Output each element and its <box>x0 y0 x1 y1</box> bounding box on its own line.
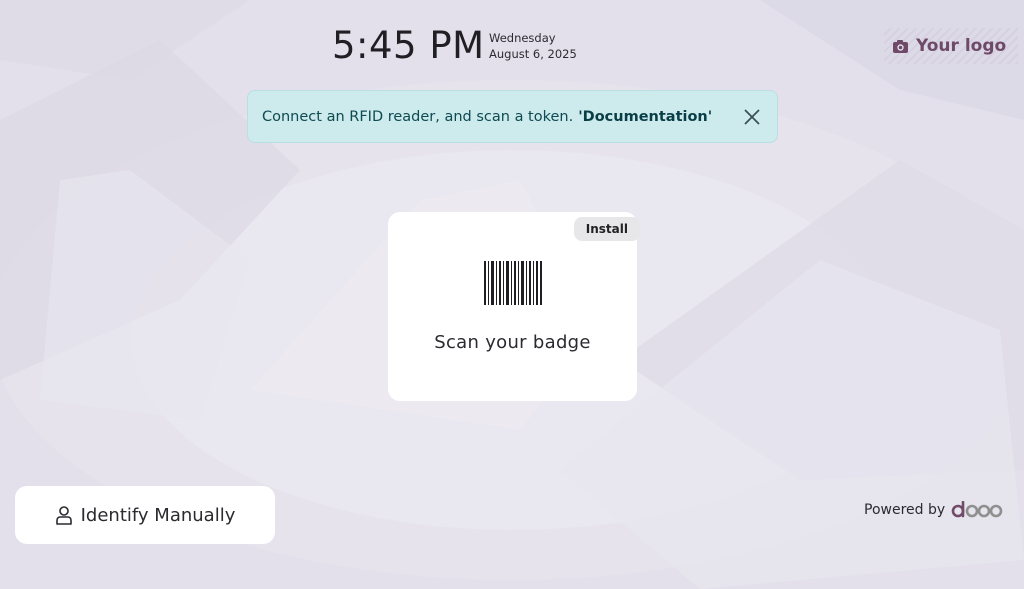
rfid-alert: Connect an RFID reader, and scan a token… <box>247 90 778 143</box>
install-button[interactable]: Install <box>573 217 640 241</box>
powered-by-label: Powered by <box>864 502 946 518</box>
clock-time: 5:45 PM <box>332 24 485 67</box>
scan-badge-card[interactable]: Install Scan your badge <box>388 212 640 401</box>
date-block: Wednesday August 6, 2025 <box>489 30 577 62</box>
camera-icon <box>893 39 908 53</box>
date-label: August 6, 2025 <box>489 47 577 61</box>
close-icon[interactable] <box>743 108 761 126</box>
powered-by: Powered by <box>864 501 1003 519</box>
company-logo: Your logo <box>884 28 1018 64</box>
identify-manually-button[interactable]: Identify Manually <box>15 486 275 544</box>
scan-badge-label: Scan your badge <box>434 332 591 353</box>
barcode-icon <box>484 261 542 305</box>
identify-manually-label: Identify Manually <box>80 504 236 526</box>
logo-text: Your logo <box>916 36 1007 56</box>
weekday-label: Wednesday <box>489 31 556 45</box>
odoo-logo <box>951 501 1003 518</box>
alert-message: Connect an RFID reader, and scan a token… <box>262 108 574 125</box>
documentation-link[interactable]: 'Documentation' <box>578 109 712 125</box>
kiosk-screen: 5:45 PM Wednesday August 6, 2025 Your lo… <box>0 0 1024 589</box>
user-icon <box>55 506 72 525</box>
